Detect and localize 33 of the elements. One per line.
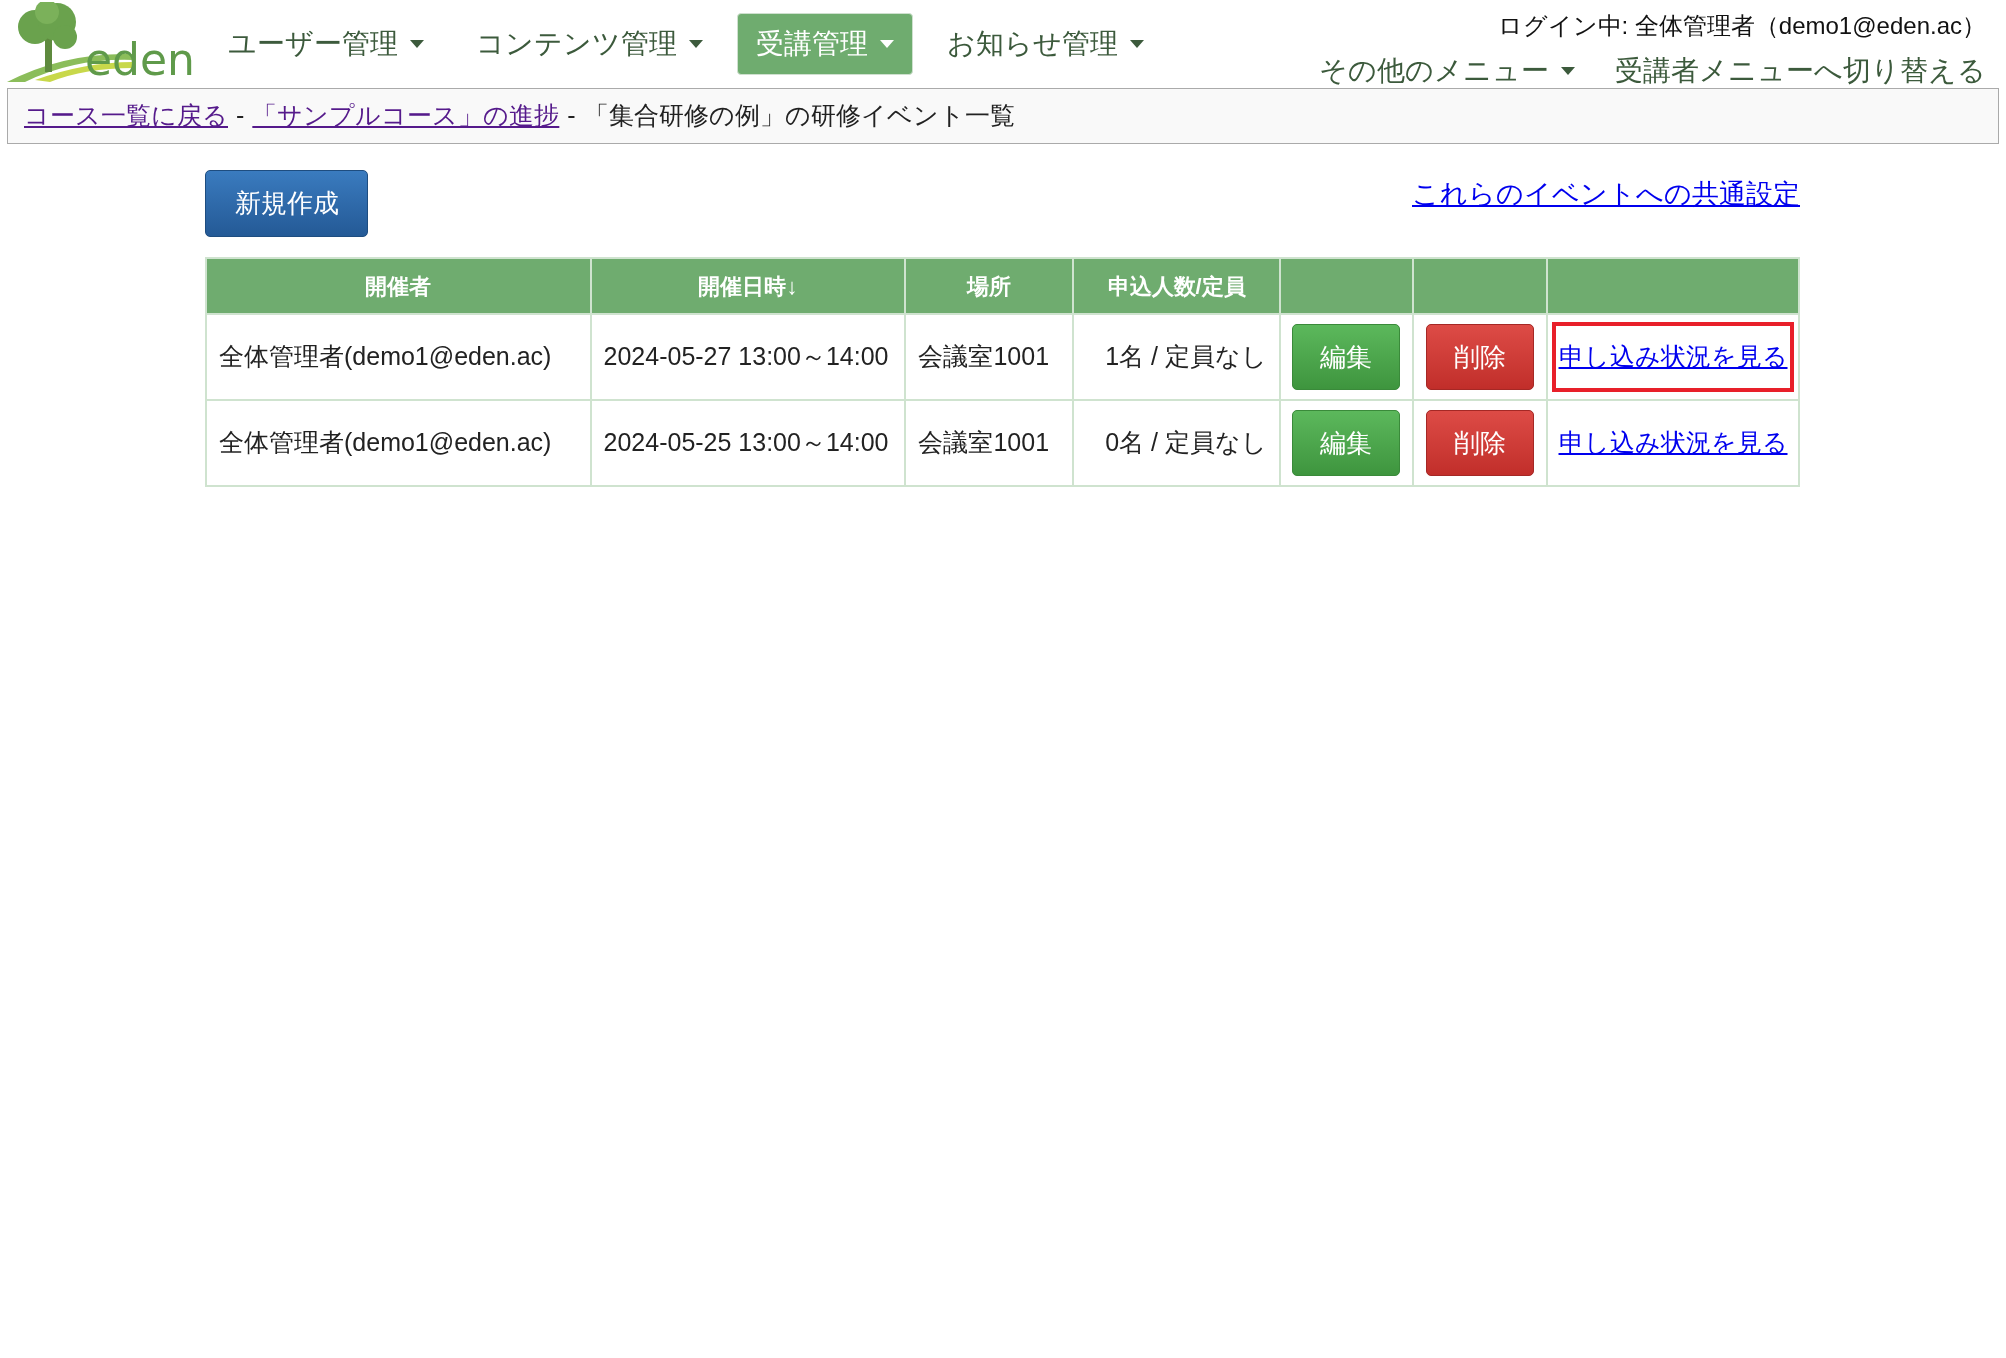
common-settings-link[interactable]: これらのイベントへの共通設定: [1412, 174, 1800, 215]
new-button[interactable]: 新規作成: [205, 170, 368, 237]
breadcrumb-separator: -: [567, 100, 576, 132]
breadcrumb-link[interactable]: コース一覧に戻る: [24, 97, 228, 135]
caret-icon: [410, 40, 424, 48]
caret-icon: [880, 40, 894, 48]
breadcrumb-separator: -: [236, 100, 245, 132]
caret-icon: [1561, 67, 1575, 75]
table-cell: 1名 / 定員なし: [1073, 314, 1280, 400]
login-status: ログイン中: 全体管理者（demo1@eden.ac）: [1497, 11, 1986, 41]
breadcrumb-current: 「集合研修の例」の研修イベント一覧: [583, 100, 1015, 132]
caret-icon: [689, 40, 703, 48]
table-cell: 0名 / 定員なし: [1073, 400, 1280, 486]
nav-menu-item[interactable]: ユーザー管理: [210, 13, 442, 75]
table-cell: 会議室1001: [905, 400, 1074, 486]
table-cell: 2024-05-25 13:00～14:00: [590, 400, 906, 486]
switch-menu-link[interactable]: 受講者メニューへ切り替える: [1615, 50, 1986, 92]
breadcrumb-link[interactable]: 「サンプルコース」の進捗: [252, 97, 560, 135]
nav-menu-item[interactable]: コンテンツ管理: [458, 13, 721, 75]
table-cell: 2024-05-27 13:00～14:00: [590, 314, 906, 400]
column-header: 申込人数/定員: [1073, 258, 1280, 314]
caret-icon: [1130, 40, 1144, 48]
column-header: 開催者: [206, 258, 591, 314]
delete-button[interactable]: 削除: [1425, 324, 1534, 390]
delete-button[interactable]: 削除: [1425, 410, 1534, 476]
table-cell: 全体管理者(demo1@eden.ac): [206, 400, 591, 486]
column-header: 場所: [905, 258, 1074, 314]
table-cell: 会議室1001: [905, 314, 1074, 400]
logo-text: eden: [85, 38, 195, 82]
column-header: 開催日時↓: [590, 258, 906, 314]
nav-menu-item[interactable]: お知らせ管理: [929, 13, 1162, 75]
other-menu-dropdown[interactable]: その他のメニュー: [1319, 50, 1575, 92]
table-cell: 全体管理者(demo1@eden.ac): [206, 314, 591, 400]
